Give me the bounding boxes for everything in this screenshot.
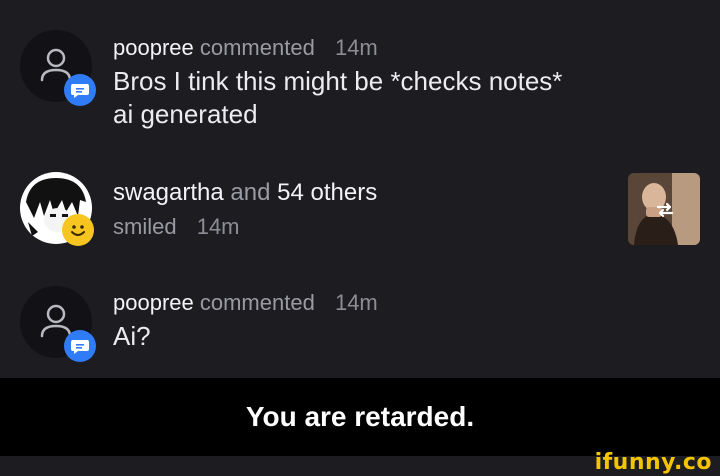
- notification-feed: poopree commented 14m Bros I tink this m…: [0, 0, 720, 378]
- timestamp: 14m: [334, 290, 378, 315]
- username[interactable]: swagartha: [113, 179, 224, 206]
- meme-caption-bar: You are retarded.: [0, 378, 720, 456]
- connector-text: and: [230, 179, 271, 206]
- comment-body: Bros I tink this might be *checks notes*…: [113, 65, 562, 131]
- ifunny-watermark: ifunny.co: [594, 450, 712, 475]
- comment-body: Ai?: [113, 321, 151, 351]
- notification-item[interactable]: swagartha and 54 others smiled 14m: [0, 172, 720, 252]
- notification-text: poopree commented 14m Ai?: [113, 289, 378, 353]
- username[interactable]: poopree: [113, 290, 194, 315]
- comment-line: ai generated: [113, 99, 258, 129]
- user-avatar[interactable]: [20, 172, 96, 248]
- action-text: commented: [199, 290, 315, 315]
- action-text: commented: [199, 35, 315, 60]
- notification-text: swagartha and 54 others smiled 14m: [113, 179, 377, 241]
- notification-item[interactable]: poopree commented 14m Bros I tink this m…: [0, 30, 720, 140]
- post-thumbnail[interactable]: [628, 173, 700, 245]
- others-count[interactable]: 54 others: [277, 179, 377, 206]
- repost-icon: [654, 199, 676, 226]
- timestamp: 14m: [334, 35, 378, 60]
- notification-text: poopree commented 14m Bros I tink this m…: [113, 34, 562, 131]
- user-avatar[interactable]: [20, 30, 96, 106]
- action-text: smiled: [113, 214, 177, 239]
- comment-icon: [64, 330, 96, 362]
- smile-icon: [62, 214, 94, 246]
- notification-item[interactable]: poopree commented 14m Ai?: [0, 286, 720, 366]
- username[interactable]: poopree: [113, 35, 194, 60]
- timestamp: 14m: [196, 214, 240, 239]
- meme-caption: You are retarded.: [245, 401, 475, 432]
- comment-line: Bros I tink this might be *checks notes*: [113, 66, 563, 96]
- user-avatar[interactable]: [20, 286, 96, 362]
- comment-icon: [64, 74, 96, 106]
